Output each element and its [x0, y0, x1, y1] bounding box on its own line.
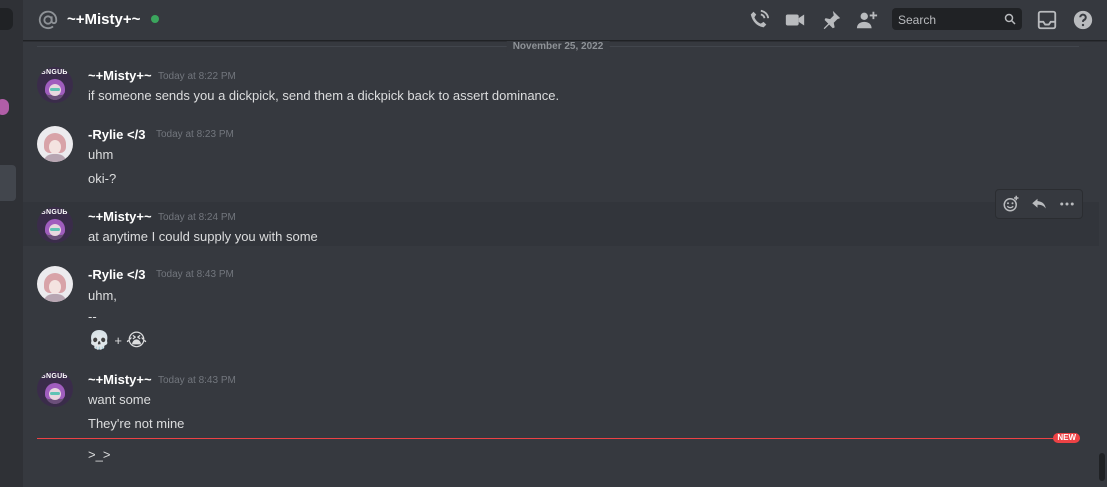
video-call-icon[interactable]	[784, 9, 806, 31]
timestamp: Today at 8:22 PM	[158, 71, 236, 82]
scrollbar[interactable]	[1097, 41, 1107, 487]
new-messages-divider	[37, 438, 1080, 439]
crying-emoji: 😭	[126, 330, 148, 350]
message-group[interactable]: SNGUB ~+Misty+~ Today at 8:24 PM at anyt…	[23, 202, 1099, 246]
username[interactable]: -Rylie </3	[88, 267, 145, 282]
search-icon	[1004, 13, 1016, 25]
reply-icon[interactable]	[1030, 195, 1048, 213]
username[interactable]: -Rylie </3	[88, 127, 145, 142]
message-text: want some	[88, 392, 151, 407]
add-reaction-icon[interactable]	[1002, 195, 1020, 213]
timestamp: Today at 8:43 PM	[156, 269, 234, 280]
emoji-line: 💀 + 😭	[88, 330, 147, 351]
at-icon	[38, 10, 58, 30]
pinned-messages-icon[interactable]	[820, 9, 842, 31]
message-text: if someone sends you a dickpick, send th…	[88, 88, 560, 103]
message-group[interactable]: -Rylie </3 Today at 8:43 PM uhm, -- 💀 + …	[23, 261, 1099, 356]
date-divider: November 25, 2022	[37, 41, 1079, 52]
new-badge: NEW	[1053, 433, 1080, 443]
notification-badge	[0, 99, 9, 115]
message-text: >_>	[88, 447, 111, 462]
server-sidebar	[0, 0, 23, 487]
username[interactable]: ~+Misty+~	[88, 372, 152, 387]
skull-emoji: 💀	[88, 330, 111, 350]
avatar[interactable]	[37, 266, 73, 302]
avatar[interactable]: SNGUB	[37, 371, 73, 407]
channel-header: ~+Misty+~ Search	[23, 0, 1107, 41]
scrollbar-thumb[interactable]	[1099, 453, 1105, 481]
search-input[interactable]: Search	[892, 8, 1022, 30]
message-text: uhm,	[88, 288, 117, 303]
message-text: uhm	[88, 147, 114, 162]
message-hover-toolbar	[995, 189, 1083, 219]
online-status-dot	[151, 15, 159, 23]
emoji-separator: +	[114, 333, 123, 348]
message-group[interactable]: SNGUB ~+Misty+~ Today at 8:43 PM want so…	[23, 366, 1099, 434]
selected-dm-item[interactable]	[0, 165, 16, 201]
username[interactable]: ~+Misty+~	[88, 68, 152, 83]
add-friend-icon[interactable]	[856, 9, 878, 31]
message-text: They're not mine	[88, 416, 185, 431]
avatar[interactable]	[37, 126, 73, 162]
message-text: at anytime I could supply you with some	[88, 229, 318, 244]
more-icon[interactable]	[1058, 195, 1076, 213]
search-placeholder: Search	[898, 13, 937, 27]
timestamp: Today at 8:43 PM	[158, 375, 236, 386]
timestamp: Today at 8:24 PM	[158, 212, 236, 223]
message-group[interactable]: -Rylie </3 Today at 8:23 PM uhm oki-?	[23, 121, 1099, 189]
date-divider-label: November 25, 2022	[506, 41, 610, 52]
voice-call-icon[interactable]	[748, 9, 770, 31]
username[interactable]: ~+Misty+~	[88, 209, 152, 224]
message-text: oki-?	[88, 171, 117, 186]
channel-name: ~+Misty+~	[67, 11, 141, 28]
message-text: --	[88, 309, 97, 324]
server-icon[interactable]	[0, 8, 13, 30]
avatar[interactable]: SNGUB	[37, 207, 73, 243]
help-icon[interactable]	[1072, 9, 1094, 31]
message-group[interactable]: SNGUB ~+Misty+~ Today at 8:22 PM if some…	[23, 61, 1099, 109]
message-list: November 25, 2022 SNGUB ~+Misty+~ Today …	[23, 41, 1099, 487]
avatar[interactable]: SNGUB	[37, 67, 73, 103]
inbox-icon[interactable]	[1036, 9, 1058, 31]
timestamp: Today at 8:23 PM	[156, 129, 234, 140]
